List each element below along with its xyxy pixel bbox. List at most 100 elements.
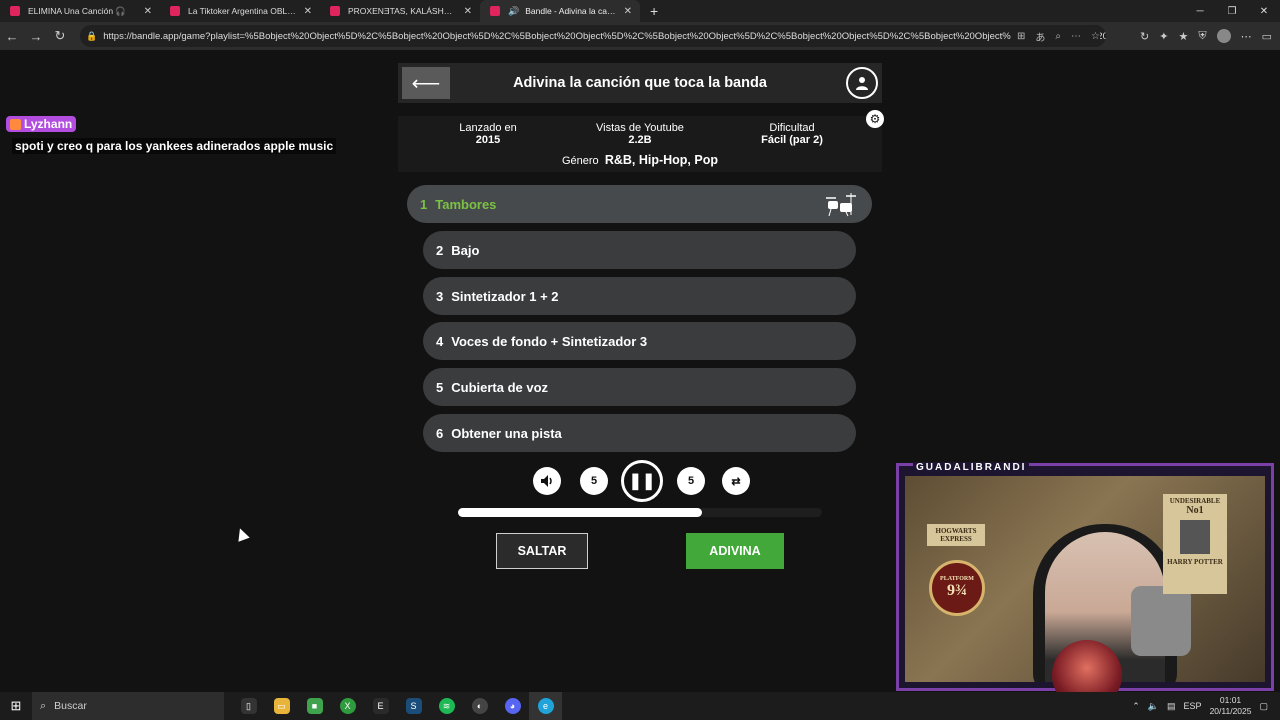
close-tab-icon[interactable]: ✕ [144, 6, 152, 17]
menu-icon[interactable]: ⋯ [1241, 30, 1252, 43]
minimize-icon[interactable]: ─ [1184, 6, 1216, 17]
speaker-icon[interactable]: 🔊 [508, 6, 519, 17]
track-row[interactable]: 1 Tambores [407, 185, 872, 223]
close-tab-icon[interactable]: ✕ [464, 6, 472, 17]
platform-sign: PLATFORM 9¾ [929, 560, 985, 616]
more-tools-icon[interactable]: ⋯ [1071, 31, 1081, 42]
tray-chevron-icon[interactable]: ⌃ [1132, 701, 1140, 712]
hint-row[interactable]: 6 Obtener una pista [423, 414, 856, 452]
forward-icon[interactable]: → [24, 29, 48, 44]
taskbar-app[interactable]: E [364, 692, 397, 720]
drum-kit-icon [826, 193, 856, 217]
url-text: https://bandle.app/game?playlist=%5Bobje… [103, 30, 1106, 42]
browser-tab[interactable]: ELIMINA Una Canción 🎧 ✕ [0, 0, 160, 22]
profile-button[interactable] [846, 67, 878, 99]
taskbar-app[interactable]: ▯ [232, 692, 265, 720]
playback-controls: 5 ❚❚ 5 ⇄ [530, 460, 754, 504]
clock[interactable]: 01:01 20/11/2025 [1210, 695, 1252, 717]
taskbar-app[interactable]: ▭ [265, 692, 298, 720]
skip-button[interactable]: SALTAR [496, 533, 588, 569]
refresh-extension-icon[interactable]: ↻ [1140, 30, 1149, 43]
taskbar-app[interactable]: X [331, 692, 364, 720]
url-field[interactable]: 🔒 https://bandle.app/game?playlist=%5Bob… [80, 25, 1106, 47]
refresh-icon[interactable]: ↻ [48, 28, 72, 44]
settings-gear-icon[interactable]: ⚙ [866, 110, 884, 128]
track-row[interactable]: 5 Cubierta de voz [423, 368, 856, 406]
views-label: Vistas de Youtube [596, 122, 684, 134]
back-icon[interactable]: ← [0, 29, 24, 44]
url-tool-icons: ⊞ あ ⌕ ⋯ ☆ [1011, 25, 1100, 47]
genre-value: R&B, Hip-Hop, Pop [604, 153, 718, 167]
chat-username: Lyzhann [6, 116, 77, 132]
volume-tray-icon[interactable]: 🔈 [1148, 701, 1159, 712]
app-available-icon[interactable]: ⊞ [1017, 31, 1025, 42]
close-tab-icon[interactable]: ✕ [304, 6, 312, 17]
language-indicator[interactable]: ESP [1184, 701, 1202, 711]
forward-5-button[interactable]: 5 [677, 467, 705, 495]
profile-avatar[interactable] [1216, 29, 1231, 43]
windows-start-icon[interactable]: ⊞ [0, 698, 32, 714]
track-label: Tambores [435, 196, 497, 212]
restore-icon[interactable]: ❐ [1216, 6, 1248, 17]
pause-button[interactable]: ❚❚ [621, 460, 663, 502]
zoom-icon[interactable]: ⌕ [1055, 31, 1061, 42]
track-number: 4 [436, 333, 444, 349]
new-tab-button[interactable]: + [650, 3, 658, 19]
favorites-icon[interactable]: ★ [1178, 30, 1188, 43]
browser-tab[interactable]: La Tiktoker Argentina OBLIGADA ✕ [160, 0, 320, 22]
repeat-off-icon: ⇄ [731, 475, 741, 488]
sidebar-icon[interactable]: ▭ [1262, 30, 1272, 43]
lock-icon[interactable]: 🔒 [86, 31, 97, 42]
microphone [1131, 586, 1191, 656]
taskbar-app-active[interactable]: e [529, 692, 562, 720]
guess-button[interactable]: ADIVINA [686, 533, 784, 569]
taskbar-app[interactable]: S [397, 692, 430, 720]
user-icon [856, 77, 868, 90]
volume-button[interactable] [533, 467, 561, 495]
taskbar-apps: ▯ ▭ ■ X E S ≋ ◐ ◕ e [232, 692, 562, 720]
released-label: Lanzado en [459, 122, 517, 134]
track-row[interactable]: 3 Sintetizador 1 + 2 [423, 277, 856, 315]
tab-title: ELIMINA Una Canción 🎧 [28, 5, 126, 16]
system-tray: ⌃ 🔈 ▤ ESP 01:01 20/11/2025 ▢ [1132, 692, 1280, 720]
close-window-icon[interactable]: ✕ [1248, 6, 1280, 17]
taskbar-app[interactable]: ≋ [430, 692, 463, 720]
youtube-icon [330, 6, 340, 16]
track-row[interactable]: 2 Bajo [423, 231, 856, 269]
forward-icon: 5 [687, 475, 695, 487]
track-row[interactable]: 4 Voces de fondo + Sintetizador 3 [423, 322, 856, 360]
playback-progress-bar[interactable] [458, 508, 822, 517]
close-tab-icon[interactable]: ✕ [624, 6, 632, 17]
shield-icon[interactable]: ⛨ [1198, 30, 1206, 43]
repeat-off-button[interactable]: ⇄ [722, 467, 750, 495]
taskbar-app[interactable]: ◐ [463, 692, 496, 720]
wanted-poster-line2: No1 [1186, 505, 1204, 516]
track-number: 5 [436, 379, 444, 395]
taskbar-app[interactable]: ◕ [496, 692, 529, 720]
clock-date: 20/11/2025 [1209, 706, 1252, 716]
taskbar-app[interactable]: ■ [298, 692, 331, 720]
xbox-icon: X [339, 698, 356, 714]
network-icon[interactable]: ▤ [1167, 701, 1176, 712]
translate-icon[interactable]: あ [1035, 29, 1045, 44]
browser-tab-active[interactable]: 🔊 Bandle - Adivina la canción, ✕ [480, 0, 640, 22]
rewind-5-button[interactable]: 5 [580, 467, 608, 495]
browser-tab-bar: ELIMINA Una Canción 🎧 ✕ La Tiktoker Arge… [0, 0, 1280, 22]
chat-username-text: Lyzhann [24, 117, 73, 131]
extensions-icon[interactable]: ✦ [1159, 30, 1168, 43]
back-button[interactable]: ⟵ [402, 67, 450, 99]
address-bar-row: ← → ↻ 🔒 https://bandle.app/game?playlist… [0, 22, 1280, 50]
progress-fill [458, 508, 702, 517]
obs-icon: ◐ [471, 698, 488, 714]
wanted-poster-line3: HARRY POTTER [1167, 558, 1223, 566]
genre-label: Género [561, 155, 599, 167]
stream-chat-overlay: Lyzhann spoti y creo q para los yankees … [6, 116, 337, 154]
notifications-icon[interactable]: ▢ [1259, 701, 1268, 712]
views-info: Vistas de Youtube 2.2B [570, 122, 710, 146]
track-number: 3 [436, 288, 444, 304]
taskbar-search[interactable]: ⌕ Buscar [32, 692, 224, 720]
browser-tab[interactable]: PROXENƎTAS, KALÁSHNIKOV y G ✕ [320, 0, 480, 22]
channel-name: GUADALIBRANDI [913, 462, 1030, 473]
track-label: Cubierta de voz [451, 379, 549, 395]
favorite-star-icon[interactable]: ☆ [1091, 31, 1100, 42]
